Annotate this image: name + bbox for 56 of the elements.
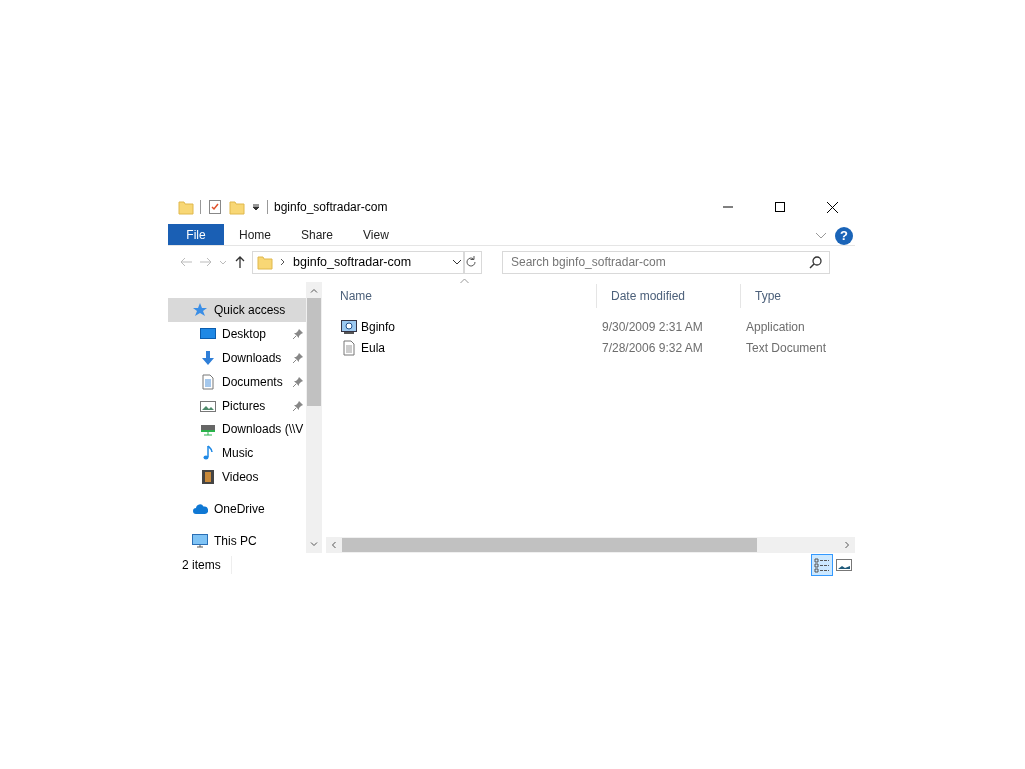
search-field[interactable]: Search bginfo_softradar-com — [502, 250, 830, 274]
sidebar-item[interactable]: Downloads (\\V — [168, 417, 306, 442]
item-count: 2 items — [182, 555, 232, 574]
sidebar-item[interactable]: Pictures — [168, 393, 306, 418]
ribbon-tab[interactable]: Home — [224, 224, 286, 245]
desktop-icon — [200, 325, 216, 342]
monitor-info-icon — [341, 318, 357, 335]
file-name[interactable]: Bginfo — [326, 317, 596, 336]
column-header[interactable]: Date modified — [596, 284, 740, 308]
sidebar-item[interactable]: Music — [168, 441, 306, 466]
monitor-icon — [192, 533, 208, 550]
checklist-icon[interactable] — [207, 199, 223, 215]
column-header[interactable]: Name — [326, 284, 596, 308]
type-cell-text: Text Document — [745, 339, 828, 357]
horizontal-scrollbar[interactable] — [326, 537, 855, 553]
column-header[interactable]: Type — [740, 284, 852, 308]
date-cell-text: 9/30/2009 2:31 AM — [601, 318, 704, 336]
file-menu-button[interactable]: File — [168, 224, 224, 245]
refresh-button[interactable] — [464, 250, 482, 274]
sidebar-item[interactable]: Quick access — [168, 298, 306, 322]
folder-icon — [178, 199, 194, 215]
music-note-icon — [200, 445, 216, 462]
help-button[interactable]: ? — [835, 226, 853, 245]
maximize-icon — [775, 202, 785, 212]
folder-icon — [257, 254, 273, 270]
path-text: bginfo_softradar-com — [293, 253, 413, 271]
star-icon — [192, 301, 208, 318]
ribbon-tab[interactable]: View — [348, 224, 404, 245]
address-bar[interactable]: bginfo_softradar-com — [252, 250, 464, 274]
chevron-down-icon — [310, 542, 318, 547]
close-icon — [826, 201, 838, 213]
chevron-up-icon — [310, 288, 318, 293]
sidebar-item[interactable]: Desktop — [168, 321, 306, 346]
document-icon — [200, 373, 216, 390]
window-title: bginfo_softradar-com — [274, 199, 388, 216]
search-icon — [809, 255, 822, 269]
file-name[interactable]: Eula — [326, 338, 596, 357]
film-icon — [200, 469, 216, 486]
details-view-button[interactable] — [811, 553, 833, 576]
chevron-right-icon — [845, 541, 850, 549]
date-cell-text: 7/28/2006 9:32 AM — [601, 339, 704, 357]
sidebar-item[interactable]: Downloads — [168, 345, 306, 370]
download-arrow-icon — [200, 349, 216, 366]
sidebar-item[interactable]: This PC — [168, 529, 306, 554]
chevron-left-icon — [331, 541, 336, 549]
sidebar-item[interactable]: OneDrive — [168, 497, 306, 522]
text-file-icon — [341, 339, 357, 356]
type-cell-text: Application — [745, 318, 806, 336]
picture-icon — [836, 556, 852, 573]
sidebar-item[interactable]: Documents — [168, 369, 306, 394]
list-icon — [814, 556, 830, 573]
folder-icon[interactable] — [229, 199, 245, 215]
refresh-icon — [465, 256, 477, 268]
ribbon-tab[interactable]: Share — [286, 224, 349, 245]
vertical-scrollbar[interactable] — [306, 282, 322, 553]
sidebar-item[interactable]: Videos — [168, 465, 306, 490]
